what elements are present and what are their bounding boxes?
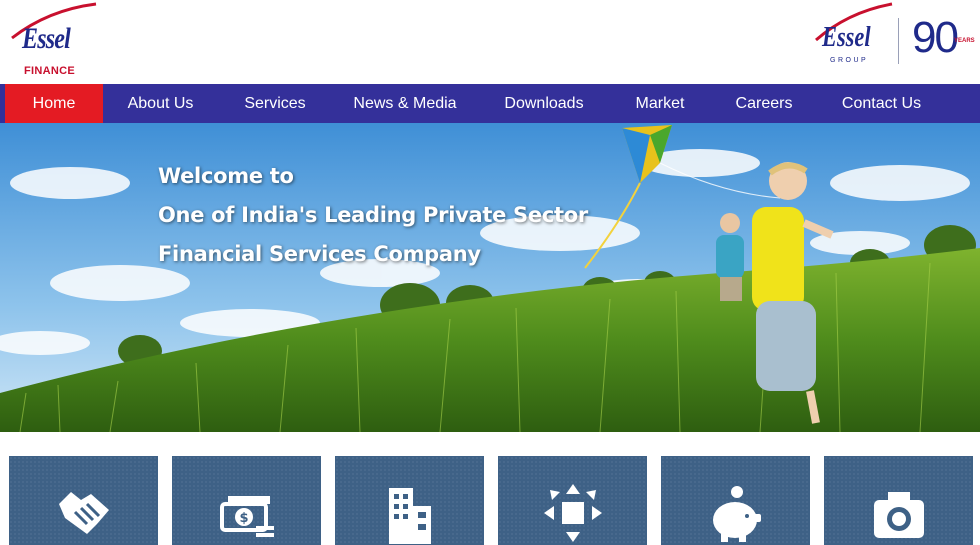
- years-number: 90: [912, 13, 959, 62]
- years-label: YEARS: [954, 38, 975, 44]
- camera-icon: [874, 492, 924, 538]
- hero-headline: Welcome to One of India's Leading Privat…: [158, 157, 588, 274]
- logo-divider: [898, 18, 899, 64]
- tile-expand[interactable]: [498, 456, 647, 545]
- svg-text:$: $: [239, 511, 248, 526]
- nav-item-about-us[interactable]: About Us: [103, 84, 218, 123]
- essel-finance-logo[interactable]: Essel FINANCE: [8, 2, 100, 80]
- expand-arrows-icon: [544, 484, 602, 542]
- money-icon: $: [220, 496, 274, 537]
- hero-banner: Welcome to One of India's Leading Privat…: [0, 123, 980, 432]
- tile-building[interactable]: [335, 456, 484, 545]
- nav-item-careers[interactable]: Careers: [710, 84, 818, 123]
- piggy-bank-icon: [713, 486, 761, 542]
- nav-item-contact-us[interactable]: Contact Us: [818, 84, 945, 123]
- service-tiles: $: [0, 456, 980, 545]
- site-header: Essel FINANCE Essel GROUP 90 YEARS: [0, 0, 980, 84]
- tile-money[interactable]: $: [172, 456, 321, 545]
- logo-sub-text: FINANCE: [24, 65, 75, 77]
- building-icon: [389, 488, 431, 544]
- nav-item-services[interactable]: Services: [218, 84, 332, 123]
- tile-handshake[interactable]: [9, 456, 158, 545]
- hero-line-leading: One of India's Leading Private Sector: [158, 203, 588, 227]
- hero-line-welcome: Welcome to: [158, 164, 294, 188]
- group-brand-text: Essel: [822, 22, 871, 53]
- nav-item-news-media[interactable]: News & Media: [332, 84, 478, 123]
- tile-piggy-bank[interactable]: [661, 456, 810, 545]
- nav-item-home[interactable]: Home: [5, 84, 103, 123]
- essel-group-logo[interactable]: Essel GROUP 90 YEARS: [812, 2, 980, 80]
- handshake-icon: [59, 492, 109, 534]
- hero-line-company: Financial Services Company: [158, 242, 481, 266]
- main-navigation: Home About Us Services News & Media Down…: [0, 84, 980, 123]
- nav-item-market[interactable]: Market: [610, 84, 710, 123]
- tile-camera[interactable]: [824, 456, 973, 545]
- logo-brand-text: Essel: [22, 22, 71, 55]
- nav-item-downloads[interactable]: Downloads: [478, 84, 610, 123]
- group-sub-text: GROUP: [830, 57, 869, 64]
